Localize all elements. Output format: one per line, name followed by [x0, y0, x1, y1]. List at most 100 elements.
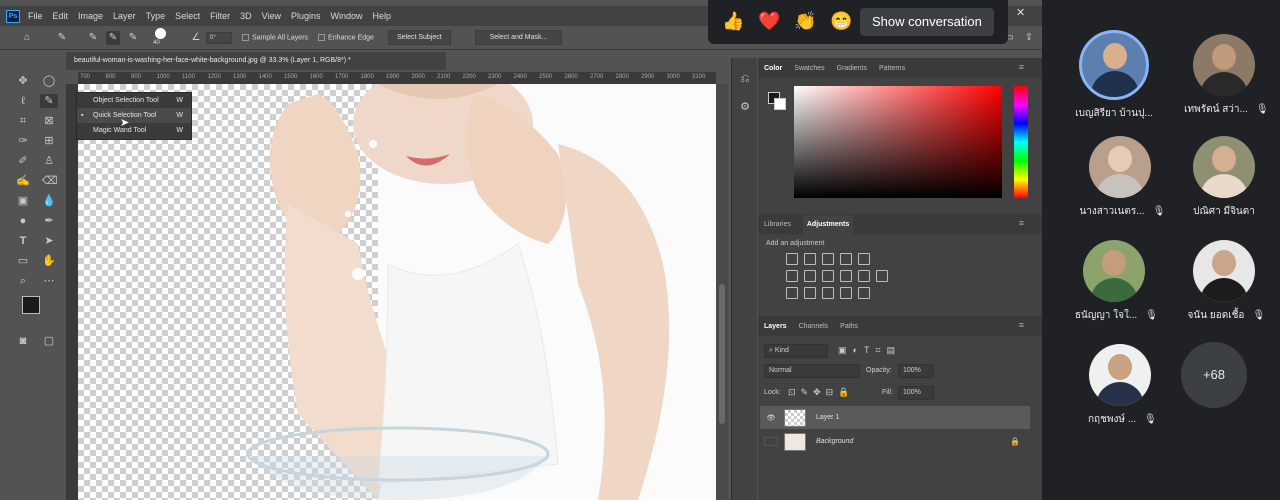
close-icon[interactable]: ✕: [1016, 6, 1025, 19]
subtract-from-selection-icon[interactable]: ✎: [126, 31, 140, 45]
layer-row-background[interactable]: Background 🔒: [760, 430, 1030, 453]
threshold-icon[interactable]: [822, 287, 834, 299]
tab-adjustments[interactable]: Adjustments: [802, 214, 854, 234]
select-subject-button[interactable]: Select Subject: [387, 30, 451, 45]
menu-help[interactable]: Help: [373, 11, 392, 21]
panel-menu-icon[interactable]: ≡: [1019, 62, 1024, 72]
lock-icons[interactable]: ⊡✎✥⊟🔒: [788, 387, 854, 398]
menu-plugins[interactable]: Plugins: [291, 11, 321, 21]
grinning-face-icon[interactable]: 😁: [830, 10, 852, 32]
menu-file[interactable]: File: [28, 11, 43, 21]
menu-filter[interactable]: Filter: [210, 11, 230, 21]
more-tools-icon[interactable]: ⋯: [42, 274, 56, 288]
brightness-contrast-icon[interactable]: [786, 253, 798, 265]
blend-mode-select[interactable]: Normal: [764, 364, 860, 378]
participant-tile[interactable]: นางสาวเนตร... 🎙: [1060, 136, 1180, 219]
menu-type[interactable]: Type: [146, 11, 166, 21]
sample-all-layers-checkbox[interactable]: Sample All Layers: [242, 33, 308, 41]
layer-filter-kind[interactable]: ⌕ Kind: [764, 344, 828, 358]
photo-filter-icon[interactable]: [840, 270, 852, 282]
hue-slider[interactable]: [1014, 86, 1028, 198]
quick-selection-tool-icon[interactable]: ✎: [40, 94, 58, 108]
layer-row-layer-1[interactable]: 👁 Layer 1: [760, 406, 1030, 429]
frame-tool-icon[interactable]: ⊠: [42, 114, 56, 128]
color-field-picker[interactable]: [794, 86, 1002, 198]
blur-tool-icon[interactable]: 💧: [42, 194, 56, 208]
participant-tile[interactable]: เบญสิรียา บ้านปุ...: [1054, 30, 1174, 121]
tab-channels[interactable]: Channels: [799, 323, 829, 330]
hue-saturation-icon[interactable]: [786, 270, 798, 282]
participant-tile[interactable]: ปณิศา มีจินดา: [1164, 136, 1280, 219]
fill-input[interactable]: 100%: [898, 386, 934, 400]
path-selection-icon[interactable]: ➤: [42, 234, 56, 248]
curves-icon[interactable]: [822, 253, 834, 265]
tab-patterns[interactable]: Patterns: [879, 65, 905, 72]
menu-image[interactable]: Image: [78, 11, 103, 21]
menu-select[interactable]: Select: [175, 11, 200, 21]
eye-icon[interactable]: 👁: [764, 414, 778, 422]
vertical-scrollbar[interactable]: [716, 84, 728, 500]
move-tool-icon[interactable]: ✥: [16, 74, 30, 88]
levels-icon[interactable]: [804, 253, 816, 265]
exposure-icon[interactable]: [840, 253, 852, 265]
foreground-color-swatch[interactable]: [22, 296, 40, 314]
history-brush-icon[interactable]: ✍: [16, 174, 30, 188]
document-tab[interactable]: beautiful-woman-is-washing-her-face-whit…: [66, 52, 446, 70]
tab-swatches[interactable]: Swatches: [794, 65, 824, 72]
menu-window[interactable]: Window: [331, 11, 363, 21]
rectangle-tool-icon[interactable]: ▭: [16, 254, 30, 268]
tab-layers[interactable]: Layers: [764, 323, 787, 330]
clapping-icon[interactable]: 👏: [794, 10, 816, 32]
brush-tool-icon[interactable]: ✐: [16, 154, 30, 168]
panel-menu-icon[interactable]: ≡: [1019, 218, 1024, 228]
menu-3d[interactable]: 3D: [240, 11, 252, 21]
color-bg-swatch[interactable]: [774, 98, 786, 110]
more-participants-count[interactable]: +68: [1181, 342, 1247, 408]
document-canvas[interactable]: [78, 84, 716, 500]
tab-libraries[interactable]: Libraries: [764, 221, 791, 228]
history-panel-icon[interactable]: ⎌: [738, 72, 752, 86]
thumbs-up-icon[interactable]: 👍: [722, 10, 744, 32]
menu-layer[interactable]: Layer: [113, 11, 136, 21]
screen-mode-icon[interactable]: ▢: [42, 334, 56, 348]
invert-icon[interactable]: [786, 287, 798, 299]
home-icon[interactable]: ⌂: [20, 31, 34, 45]
color-lookup-icon[interactable]: [876, 270, 888, 282]
hand-tool-icon[interactable]: ✋: [42, 254, 56, 268]
dodge-tool-icon[interactable]: ●: [16, 214, 30, 228]
participant-tile[interactable]: จนัน ยอดเชื้อ 🎙: [1164, 240, 1280, 323]
eraser-icon[interactable]: ⌫: [42, 174, 58, 188]
eyedropper-icon[interactable]: ✑: [16, 134, 30, 148]
flyout-quick-selection-tool[interactable]: ▪ Quick Selection Tool W: [77, 108, 191, 123]
channel-mixer-icon[interactable]: [858, 270, 870, 282]
quick-selection-preset-icon[interactable]: ✎: [55, 31, 69, 45]
properties-panel-icon[interactable]: ⚙: [738, 100, 752, 114]
tab-color[interactable]: Color: [764, 65, 782, 72]
ruler-tool-icon[interactable]: ⊞: [42, 134, 56, 148]
share-icon[interactable]: ⇪: [1022, 31, 1036, 45]
heart-icon[interactable]: ❤️: [758, 10, 780, 32]
selective-color-icon[interactable]: [858, 287, 870, 299]
enhance-edge-checkbox[interactable]: Enhance Edge: [318, 33, 374, 41]
more-participants-tile[interactable]: +68: [1154, 342, 1274, 408]
new-selection-icon[interactable]: ✎: [86, 31, 100, 45]
menu-edit[interactable]: Edit: [53, 11, 69, 21]
angle-input[interactable]: 0°: [206, 31, 232, 44]
flyout-object-selection-tool[interactable]: Object Selection Tool W: [77, 93, 191, 108]
participant-tile[interactable]: ธนัญญา ใจใ... 🎙: [1054, 240, 1174, 323]
tab-paths[interactable]: Paths: [840, 323, 858, 330]
flyout-magic-wand-tool[interactable]: Magic Wand Tool W: [77, 123, 191, 138]
visibility-toggle-off[interactable]: [764, 437, 778, 446]
gradient-map-icon[interactable]: [840, 287, 852, 299]
add-to-selection-icon[interactable]: ✎: [106, 30, 120, 45]
color-balance-icon[interactable]: [804, 270, 816, 282]
select-and-mask-button[interactable]: Select and Mask...: [474, 30, 563, 45]
elliptical-marquee-icon[interactable]: ◯: [42, 74, 56, 88]
pen-tool-icon[interactable]: ✒: [42, 214, 56, 228]
type-tool-icon[interactable]: T: [16, 234, 30, 248]
scroll-thumb[interactable]: [719, 284, 725, 424]
menu-view[interactable]: View: [262, 11, 281, 21]
quick-mask-icon[interactable]: ◙: [16, 334, 30, 348]
participant-tile[interactable]: เทพรัตน์ สว่า... 🎙: [1164, 34, 1280, 117]
black-white-icon[interactable]: [822, 270, 834, 282]
